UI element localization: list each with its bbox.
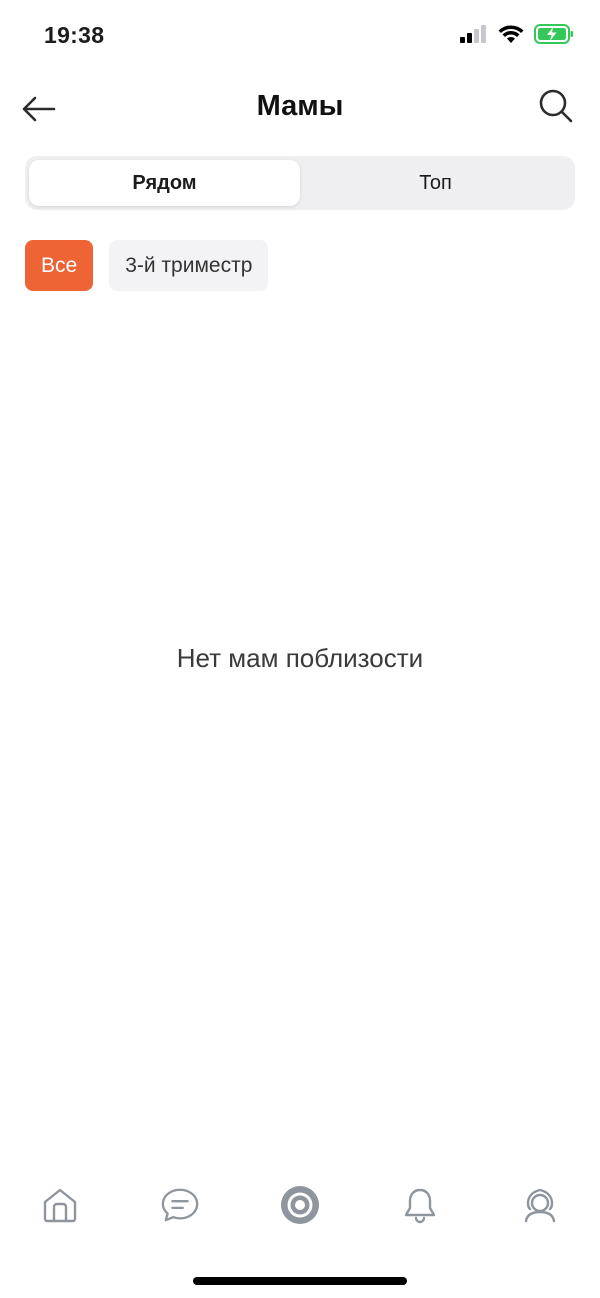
filter-chips: Все 3-й триместр (25, 240, 269, 291)
tab-top[interactable]: Топ (300, 160, 571, 206)
segmented-control: Рядом Топ (25, 156, 575, 210)
bell-icon (404, 1188, 436, 1224)
chat-icon (161, 1188, 199, 1222)
search-button[interactable] (536, 86, 576, 126)
page-title: Мамы (256, 90, 344, 122)
tab-home[interactable] (40, 1185, 80, 1225)
wifi-icon (498, 24, 524, 49)
empty-state-text: Нет мам поблизости (176, 643, 424, 673)
home-indicator (193, 1277, 407, 1285)
screen: 19:38 Мамы Рядом Топ Все 3-й триместр Не… (0, 0, 600, 1298)
tab-profile[interactable] (520, 1185, 560, 1225)
target-icon (281, 1186, 319, 1224)
tab-nearby[interactable]: Рядом (29, 160, 300, 206)
search-icon (539, 89, 573, 123)
chip-all[interactable]: Все (25, 240, 94, 291)
cellular-signal-icon (460, 25, 488, 48)
battery-charging-icon (534, 24, 574, 49)
nav-bar: Мамы (0, 72, 600, 142)
profile-icon (524, 1188, 556, 1223)
tab-notifications[interactable] (400, 1185, 440, 1225)
tab-chat[interactable] (160, 1185, 200, 1225)
tab-target[interactable] (280, 1185, 320, 1225)
status-icons (460, 24, 574, 49)
status-bar: 19:38 (0, 0, 600, 72)
chip-third-trimester[interactable]: 3-й триместр (109, 240, 269, 291)
tab-bar (0, 1185, 600, 1245)
status-time: 19:38 (44, 22, 105, 48)
home-icon (43, 1188, 77, 1223)
